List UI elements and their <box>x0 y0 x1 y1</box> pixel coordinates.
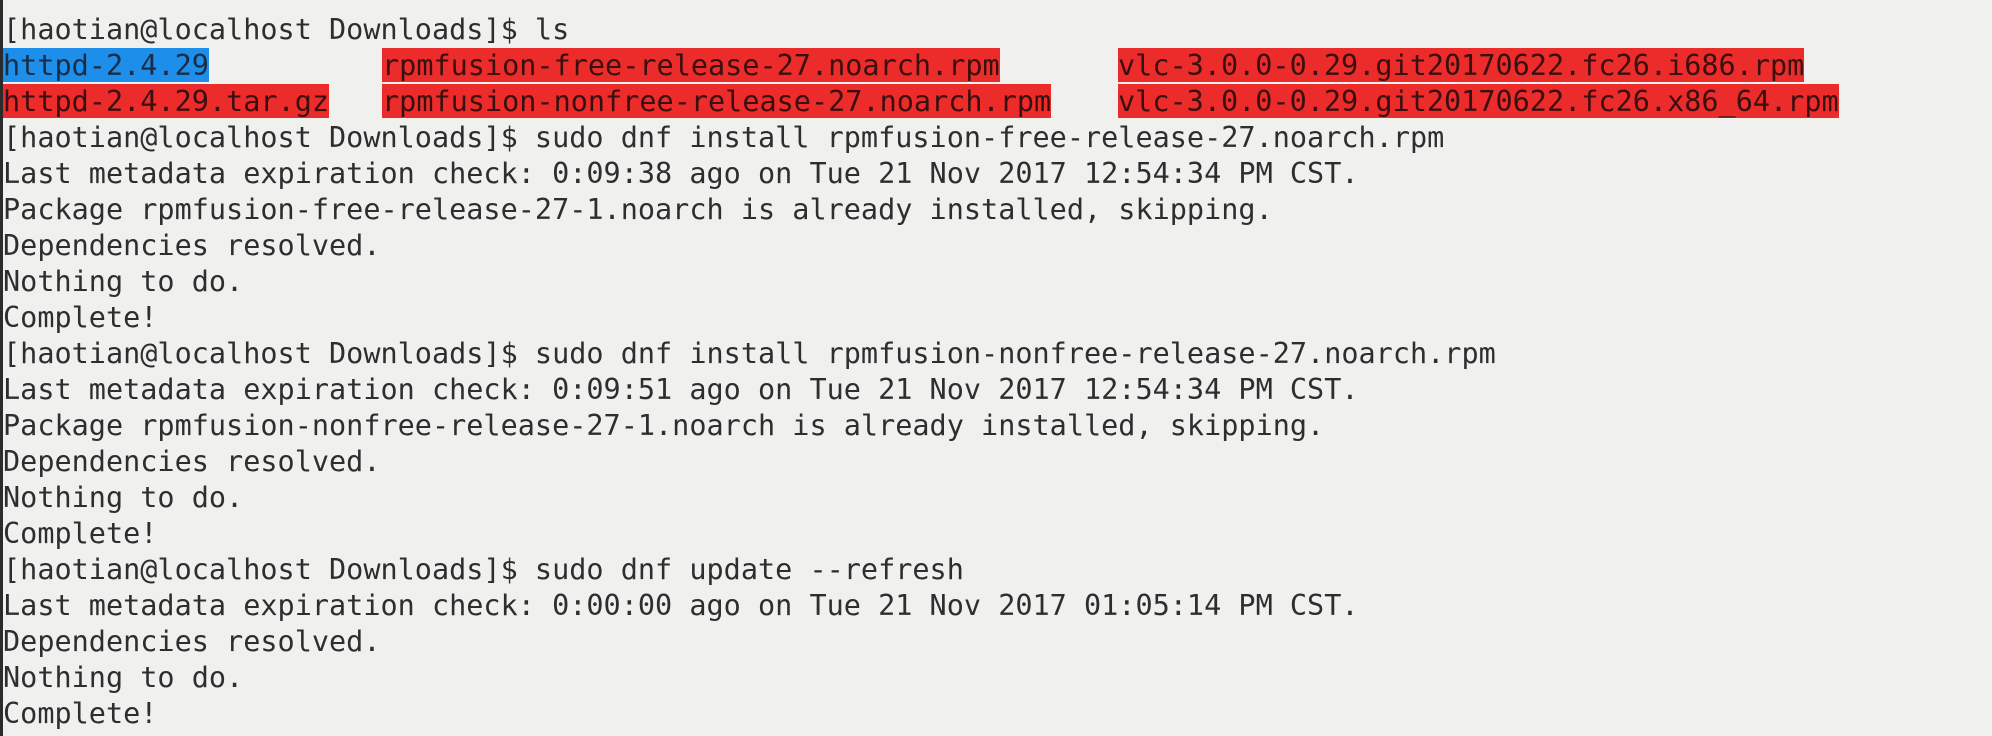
output-line: Nothing to do. <box>3 265 244 298</box>
ls-entry-directory: httpd-2.4.29 <box>3 48 209 82</box>
ls-entry-archive: rpmfusion-free-release-27.noarch.rpm <box>382 48 1000 82</box>
prompt-line-update: [haotian@localhost Downloads]$ sudo dnf … <box>3 553 964 586</box>
output-line: Dependencies resolved. <box>3 229 381 262</box>
terminal-window[interactable]: [haotian@localhost Downloads]$ ls httpd-… <box>0 0 1992 736</box>
ls-output-row-1: httpd-2.4.29 rpmfusion-free-release-27.n… <box>3 48 1992 84</box>
output-line: Package rpmfusion-nonfree-release-27-1.n… <box>3 409 1325 442</box>
output-line: Last metadata expiration check: 0:09:38 … <box>3 157 1359 190</box>
prompt-line-install-nonfree: [haotian@localhost Downloads]$ sudo dnf … <box>3 337 1496 370</box>
output-line: Complete! <box>3 517 158 550</box>
output-line: Last metadata expiration check: 0:00:00 … <box>3 589 1359 622</box>
output-line: Nothing to do. <box>3 661 244 694</box>
output-line: Nothing to do. <box>3 481 244 514</box>
output-line: Dependencies resolved. <box>3 625 381 658</box>
prompt-line-install-free: [haotian@localhost Downloads]$ sudo dnf … <box>3 121 1445 154</box>
ls-entry-archive: httpd-2.4.29.tar.gz <box>3 84 330 118</box>
ls-entry-archive: vlc-3.0.0-0.29.git20170622.fc26.i686.rpm <box>1118 48 1805 82</box>
output-line: Last metadata expiration check: 0:09:51 … <box>3 373 1359 406</box>
ls-entry-archive: vlc-3.0.0-0.29.git20170622.fc26.x86_64.r… <box>1118 84 1839 118</box>
ls-entry-archive: rpmfusion-nonfree-release-27.noarch.rpm <box>382 84 1052 118</box>
output-line: Package rpmfusion-free-release-27-1.noar… <box>3 193 1273 226</box>
prompt-line-ls: [haotian@localhost Downloads]$ ls <box>3 13 570 46</box>
output-line: Complete! <box>3 301 158 334</box>
output-line: Complete! <box>3 697 158 730</box>
ls-output-row-2: httpd-2.4.29.tar.gz rpmfusion-nonfree-re… <box>3 84 1992 120</box>
output-line: Dependencies resolved. <box>3 445 381 478</box>
